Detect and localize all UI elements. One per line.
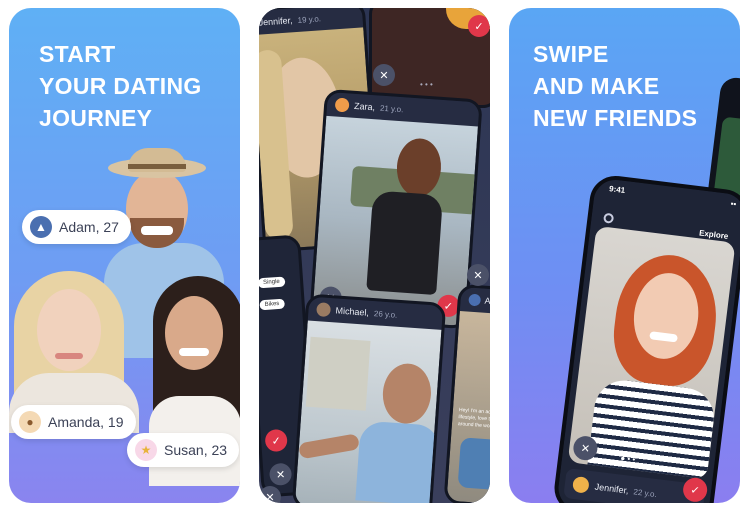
card-name: Jennifer, (259, 15, 293, 28)
mountain-icon: ▲ (30, 216, 52, 238)
profile-name: Jennifer, (594, 481, 630, 496)
star-icon: ★ (135, 439, 157, 461)
interest-chip: Bikes (259, 298, 285, 311)
tag-label: Adam, 27 (59, 219, 119, 235)
dismiss-button[interactable]: ✕ (373, 64, 395, 86)
card-age: 21 y.o. (379, 103, 404, 114)
profile-tag-susan: ★ Susan, 23 (127, 433, 240, 467)
headline-line: SWIPE (533, 41, 609, 67)
profile-caption: Hey! I'm an active lifestyle, love to tr… (457, 407, 490, 430)
chip-label: Single (262, 278, 281, 287)
profile-age: 22 y.o. (632, 486, 658, 499)
avatar (334, 97, 350, 113)
promo-panel-swipe-friends: SWIPE AND MAKE NEW FRIENDS 9:41 ▪▪ Explo… (509, 8, 740, 503)
teddy-bear-icon: ● (19, 411, 41, 433)
promo-panel-app-cards: Jennifer, 19 y.o. ✓ ✓ • • • ✕ Zara, 21 y… (259, 8, 490, 503)
profile-tag-amanda: ● Amanda, 19 (11, 405, 136, 439)
headline-line: JOURNEY (39, 105, 153, 131)
like-button[interactable]: ✓ (264, 428, 288, 453)
panel-headline: START YOUR DATING JOURNEY (39, 38, 202, 134)
headline-line: YOUR DATING (39, 73, 202, 99)
profile-card-zara[interactable]: Zara, 21 y.o. ✕ ✓ (309, 88, 483, 330)
page-dots: ● • • (619, 453, 636, 465)
panel-headline: SWIPE AND MAKE NEW FRIENDS (533, 38, 697, 134)
interest-chip: Single (259, 276, 286, 289)
headline-line: NEW FRIENDS (533, 105, 698, 131)
settings-icon[interactable] (603, 212, 615, 224)
profile-card-michael[interactable]: Michael, 26 y.o. (291, 293, 447, 503)
card-name: Michael, (335, 305, 370, 318)
signal-icon: ▪▪ (730, 199, 737, 209)
card-age: 26 y.o. (373, 308, 398, 320)
phone-mockup: 9:41 ▪▪ Explore ● • • ✕ Jennifer, 22 y.o… (551, 173, 740, 503)
profile-tag-adam: ▲ Adam, 27 (22, 210, 131, 244)
headline-line: START (39, 41, 116, 67)
like-button[interactable]: ✓ (468, 15, 490, 37)
dismiss-button[interactable]: ✕ (259, 486, 281, 503)
promo-panel-start-journey: START YOUR DATING JOURNEY ▲ Adam, 27 ● A… (9, 8, 240, 503)
avatar (571, 475, 590, 494)
avatar (316, 302, 332, 318)
tag-label: Amanda, 19 (48, 414, 124, 430)
status-bar: 9:41 ▪▪ (609, 184, 737, 209)
dismiss-button[interactable]: ✕ (268, 462, 293, 487)
tag-label: Susan, 23 (164, 442, 228, 458)
card-age: 19 y.o. (297, 13, 322, 25)
card-name: Zara, (353, 100, 376, 113)
dismiss-button[interactable]: ✕ (467, 264, 489, 286)
headline-line: AND MAKE (533, 73, 660, 99)
avatar (468, 293, 482, 307)
chip-label: Bikes (264, 300, 280, 308)
phone-screen: 9:41 ▪▪ Explore ● • • ✕ Jennifer, 22 y.o… (556, 177, 740, 503)
status-time: 9:41 (608, 184, 626, 196)
card-name: Ar (484, 295, 490, 307)
